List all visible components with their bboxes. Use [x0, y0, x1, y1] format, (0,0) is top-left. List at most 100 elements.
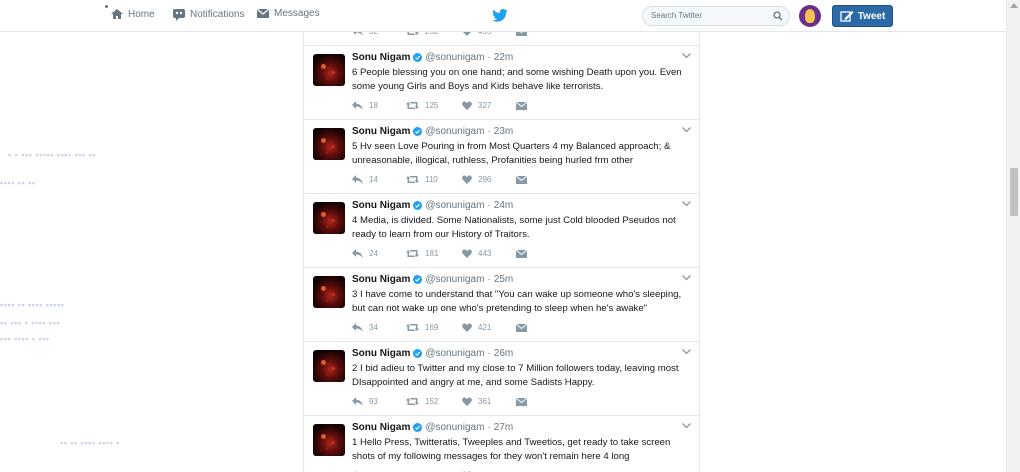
like-action[interactable]: 361: [462, 397, 516, 406]
tweet-avatar[interactable]: [313, 276, 345, 308]
background-artifact: ▪▪▪▪ ▪▪ ▪▪▪▪ ▪▪▪▪▪: [0, 300, 65, 310]
tweet-avatar[interactable]: [313, 424, 345, 456]
tweet-avatar[interactable]: [313, 202, 345, 234]
retweet-action[interactable]: 125: [406, 101, 462, 110]
heart-icon: [462, 249, 472, 258]
tweet[interactable]: Sonu Nigam @sonunigam · 27m 1 Hello Pres…: [304, 416, 699, 472]
retweet-count: 252: [425, 32, 438, 36]
tweet-avatar[interactable]: [313, 350, 345, 382]
reply-count: 32: [369, 32, 378, 36]
tweet-timestamp[interactable]: 25m: [494, 274, 513, 285]
tweet-header: Sonu Nigam @sonunigam · 26m: [352, 348, 513, 359]
dm-action[interactable]: [516, 249, 527, 258]
tweet-author-handle[interactable]: @sonunigam: [425, 348, 484, 359]
tweet-header: Sonu Nigam @sonunigam · 24m: [352, 200, 513, 211]
tweet-actions: 93 152 361: [352, 397, 527, 406]
tweet-actions: 24 181 443: [352, 249, 527, 258]
tweet-timestamp[interactable]: 24m: [494, 200, 513, 211]
reply-action[interactable]: 93: [352, 397, 406, 406]
tweet[interactable]: Sonu Nigam @sonunigam · 26m 2 I bid adie…: [304, 342, 699, 416]
retweet-action[interactable]: 110: [406, 175, 462, 184]
nav-messages[interactable]: Messages: [256, 8, 320, 19]
page-scrollbar[interactable]: [1006, 0, 1020, 472]
tweet-author-name[interactable]: Sonu Nigam: [352, 200, 410, 211]
scroll-up-arrow[interactable]: [1010, 3, 1018, 8]
search-input[interactable]: Search Twitter: [651, 11, 702, 20]
top-nav-bar: Home Notifications Messages Search Twitt…: [0, 0, 1006, 32]
reply-action[interactable]: 24: [352, 249, 406, 258]
background-artifact: ▪▪ ▪▪▪ ▪ ▪▪▪▪ ▪▪▪: [0, 318, 60, 328]
retweet-action[interactable]: 181: [406, 249, 462, 258]
dm-action[interactable]: [516, 101, 527, 110]
like-count: 327: [478, 101, 492, 110]
like-action[interactable]: 327: [462, 101, 516, 110]
scroll-thumb[interactable]: [1010, 168, 1018, 216]
heart-icon: [462, 101, 472, 110]
chevron-down-icon[interactable]: [682, 53, 691, 59]
like-action[interactable]: 455: [462, 32, 516, 36]
tweet[interactable]: Sonu Nigam @sonunigam · 24m 4 Media, is …: [304, 194, 699, 268]
dm-action[interactable]: [516, 397, 527, 406]
chevron-down-icon[interactable]: [682, 423, 691, 429]
retweet-icon: [406, 324, 419, 331]
retweet-action[interactable]: 252: [406, 32, 462, 36]
nav-notifications[interactable]: Notifications: [172, 8, 244, 21]
tweet[interactable]: Sonu Nigam @sonunigam · 23m 5 Hv seen Lo…: [304, 120, 699, 194]
tweet-button[interactable]: Tweet: [832, 5, 893, 27]
tweet-avatar[interactable]: [313, 128, 345, 160]
tweet-author-handle[interactable]: @sonunigam: [425, 422, 484, 433]
dm-action[interactable]: [516, 175, 527, 184]
reply-action[interactable]: 14: [352, 175, 406, 184]
tweet[interactable]: Sonu Nigam @sonunigam · 22m 6 People ble…: [304, 46, 699, 120]
reply-icon: [352, 249, 363, 258]
search-icon[interactable]: [773, 11, 783, 21]
chevron-down-icon[interactable]: [682, 201, 691, 207]
dm-action[interactable]: [516, 32, 527, 36]
like-count: 296: [478, 175, 492, 184]
chevron-down-icon[interactable]: [682, 275, 691, 281]
verified-badge-icon: [413, 127, 423, 136]
envelope-icon: [516, 175, 527, 184]
retweet-action[interactable]: 169: [406, 323, 462, 332]
tweet-timestamp[interactable]: 27m: [494, 422, 513, 433]
retweet-icon: [406, 176, 419, 183]
tweet-avatar[interactable]: [313, 54, 345, 86]
tweet-author-handle[interactable]: @sonunigam: [425, 52, 484, 63]
chevron-down-icon[interactable]: [682, 349, 691, 355]
profile-avatar[interactable]: [799, 5, 821, 27]
home-icon: [111, 9, 123, 19]
twitter-bird-icon[interactable]: [492, 9, 508, 27]
envelope-icon: [516, 101, 527, 110]
reply-action[interactable]: 34: [352, 323, 406, 332]
tweet-author-name[interactable]: Sonu Nigam: [352, 274, 410, 285]
tweet-header: Sonu Nigam @sonunigam · 25m: [352, 274, 513, 285]
tweet-author-handle[interactable]: @sonunigam: [425, 274, 484, 285]
chevron-down-icon[interactable]: [682, 127, 691, 133]
reply-action[interactable]: 32: [352, 32, 406, 36]
reply-count: 18: [369, 101, 378, 110]
tweet-timestamp[interactable]: 23m: [494, 126, 513, 137]
search-box[interactable]: Search Twitter: [642, 6, 790, 26]
like-count: 361: [478, 397, 492, 406]
tweet-timestamp[interactable]: 26m: [494, 348, 513, 359]
tweet-author-name[interactable]: Sonu Nigam: [352, 348, 410, 359]
like-action[interactable]: 421: [462, 323, 516, 332]
new-content-dot: [105, 5, 108, 8]
dm-action[interactable]: [516, 323, 527, 332]
tweet-author-name[interactable]: Sonu Nigam: [352, 52, 410, 63]
background-artifact: ▪▪ ▪▪ ▪▪▪▪ ▪▪▪▪ ▪: [60, 438, 120, 448]
tweet-timeline: 32 252 455 Sonu Nigam @sonunigam · 22m: [303, 32, 700, 472]
like-action[interactable]: 443: [462, 249, 516, 258]
tweet-author-name[interactable]: Sonu Nigam: [352, 422, 410, 433]
tweet-timestamp[interactable]: 22m: [494, 52, 513, 63]
tweet-author-name[interactable]: Sonu Nigam: [352, 126, 410, 137]
tweet-author-handle[interactable]: @sonunigam: [425, 200, 484, 211]
heart-icon: [462, 175, 472, 184]
like-action[interactable]: 296: [462, 175, 516, 184]
retweet-action[interactable]: 152: [406, 397, 462, 406]
reply-action[interactable]: 18: [352, 101, 406, 110]
nav-home[interactable]: Home: [110, 8, 155, 20]
tweet[interactable]: Sonu Nigam @sonunigam · 25m 3 I have com…: [304, 268, 699, 342]
tweet-author-handle[interactable]: @sonunigam: [425, 126, 484, 137]
nav-home-label: Home: [128, 8, 155, 20]
